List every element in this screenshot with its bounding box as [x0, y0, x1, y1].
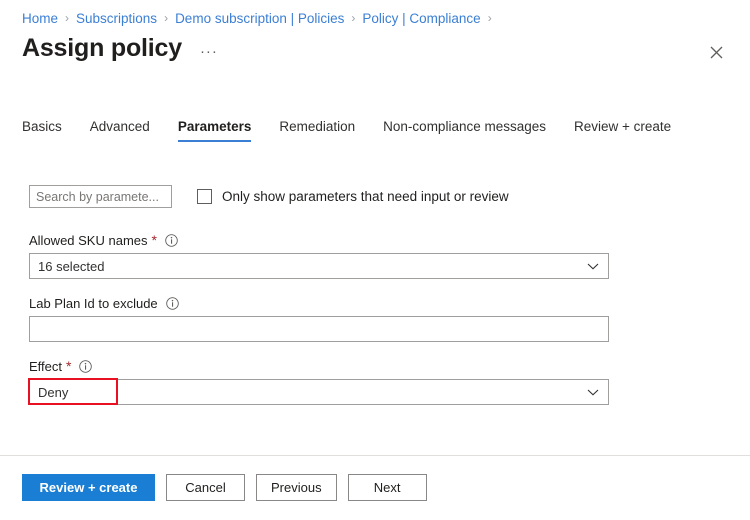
chevron-down-icon — [587, 259, 599, 274]
lab-plan-id-input[interactable] — [29, 316, 609, 342]
field-label-row: Allowed SKU names * — [29, 232, 609, 248]
search-input[interactable] — [29, 185, 172, 208]
breadcrumb-separator-icon: › — [65, 11, 70, 25]
info-icon[interactable] — [79, 359, 93, 373]
only-need-input-checkbox-label: Only show parameters that need input or … — [222, 189, 509, 204]
lab-plan-id-label: Lab Plan Id to exclude — [29, 295, 158, 311]
breadcrumb-separator-icon: › — [351, 11, 356, 25]
allowed-sku-names-value: 16 selected — [38, 258, 105, 274]
page-header: Assign policy ··· — [22, 36, 218, 61]
required-asterisk-icon: * — [66, 358, 72, 374]
close-icon — [710, 46, 722, 58]
effect-dropdown[interactable]: Deny — [29, 379, 609, 405]
field-effect: Effect * Deny — [29, 358, 609, 405]
required-asterisk-icon: * — [151, 232, 157, 248]
field-label-row: Effect * — [29, 358, 609, 374]
effect-dropdown-value: Deny — [38, 384, 69, 400]
footer-divider — [0, 455, 750, 456]
field-label-row: Lab Plan Id to exclude — [29, 295, 609, 311]
tab-non-compliance-messages[interactable]: Non-compliance messages — [383, 119, 546, 142]
review-create-button[interactable]: Review + create — [22, 474, 155, 501]
info-icon[interactable] — [165, 233, 178, 247]
checkbox-box-icon[interactable] — [197, 189, 212, 204]
next-button[interactable]: Next — [347, 474, 427, 501]
breadcrumb-separator-icon: › — [487, 11, 492, 25]
allowed-sku-names-dropdown[interactable]: 16 selected — [29, 253, 609, 279]
wizard-tabs: Basics Advanced Parameters Remediation N… — [22, 119, 671, 142]
info-icon[interactable] — [165, 296, 179, 310]
tab-basics[interactable]: Basics — [22, 119, 62, 142]
breadcrumb-separator-icon: › — [164, 11, 169, 25]
tab-advanced[interactable]: Advanced — [90, 119, 150, 142]
tab-review-create[interactable]: Review + create — [574, 119, 671, 142]
field-lab-plan-id-to-exclude: Lab Plan Id to exclude — [29, 295, 609, 342]
page-title: Assign policy — [22, 34, 182, 62]
breadcrumb-item-demo-subscription-policies[interactable]: Demo subscription | Policies — [175, 11, 344, 26]
parameter-filter-row: Only show parameters that need input or … — [29, 185, 509, 208]
breadcrumb: Home › Subscriptions › Demo subscription… — [22, 8, 499, 28]
only-need-input-checkbox[interactable]: Only show parameters that need input or … — [197, 189, 509, 204]
allowed-sku-names-label: Allowed SKU names — [29, 232, 148, 248]
breadcrumb-item-policy-compliance[interactable]: Policy | Compliance — [362, 11, 480, 26]
field-allowed-sku-names: Allowed SKU names * 16 selected — [29, 232, 609, 279]
effect-label: Effect — [29, 358, 63, 374]
cancel-button[interactable]: Cancel — [166, 474, 245, 501]
close-button[interactable] — [704, 40, 728, 64]
wizard-footer: Review + create Cancel Previous Next — [22, 474, 438, 501]
tab-parameters[interactable]: Parameters — [177, 119, 251, 142]
previous-button[interactable]: Previous — [256, 474, 337, 501]
breadcrumb-item-subscriptions[interactable]: Subscriptions — [76, 11, 157, 26]
chevron-down-icon — [587, 385, 599, 400]
more-options-icon[interactable]: ··· — [200, 38, 218, 59]
breadcrumb-item-home[interactable]: Home — [22, 11, 58, 26]
tab-remediation[interactable]: Remediation — [279, 119, 355, 142]
